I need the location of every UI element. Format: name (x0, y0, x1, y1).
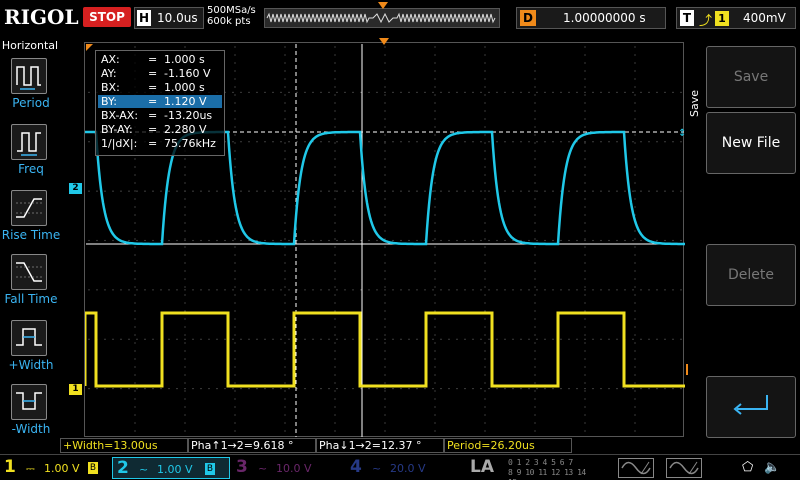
period-icon (11, 58, 47, 94)
delete-button[interactable]: Delete (706, 244, 796, 306)
save-menu-panel: Save Save New File Delete (688, 38, 800, 438)
cursor-row: 1/|dX|: = 75.76kHz (101, 137, 216, 150)
trigger-source: 1 (715, 11, 729, 26)
timebase-label: H (137, 10, 151, 26)
measure-positive-width[interactable]: +Width (0, 320, 62, 384)
save-button[interactable]: Save (706, 46, 796, 108)
measure-frequency[interactable]: Freq (0, 124, 62, 188)
cursor-b-arrow-icon: ↕ (678, 128, 685, 139)
left-measure-menu: Horizontal Period Freq Rise Time Fall Ti… (0, 38, 60, 438)
delay-label: D (520, 10, 536, 26)
ch1-offset-marker[interactable]: 1 (69, 384, 82, 395)
positive-width-icon (11, 320, 47, 356)
bandwidth-limit-icon: B (205, 463, 215, 475)
fall-time-icon (11, 254, 47, 290)
channel-status-bar: 1 ⎓ 1.00 V B 2 ~ 1.00 V B 3 ~ 10.0 V 4 ~… (0, 454, 800, 480)
channel-4-status[interactable]: 4 ~ 20.0 V (346, 457, 458, 479)
generator-2-button[interactable] (666, 458, 702, 478)
ac-coupling-icon: ~ (372, 462, 382, 475)
cursor-row: BX: = 1.000 s (101, 81, 205, 94)
negative-width-icon (11, 384, 47, 420)
measurement-positive-width[interactable]: +Width=13.00us (60, 438, 188, 453)
memory-depth: 600k pts (207, 16, 251, 27)
frequency-icon (11, 124, 47, 160)
timebase-value: 10.0us (157, 11, 198, 25)
channel-4-number: 4 (350, 457, 362, 477)
measurement-bar: +Width=13.00us Pha↑1→2=9.618 ° Pha↓1→2=1… (60, 438, 700, 453)
rising-edge-icon: ⤴ (699, 14, 713, 29)
measure-fall-time[interactable]: Fall Time (0, 254, 62, 318)
digital-row-2: 8 9 10 11 12 13 14 15 (508, 468, 586, 480)
trigger-position-marker (378, 2, 388, 9)
trigger-label: T (680, 10, 694, 26)
channel-2-number: 2 (117, 458, 129, 478)
cursor-row-selected[interactable]: BY: = 1.120 V (98, 95, 222, 108)
sine-wave-icon (669, 461, 699, 475)
usb-icon: ⬠ (742, 460, 754, 475)
cursor-row: BX-AX: = -13.20us (101, 109, 213, 122)
top-status-bar: RIGOL STOP H 10.0us 500MSa/s 600k pts D … (0, 0, 800, 38)
channel-1-number: 1 (4, 457, 16, 477)
measurement-phase-rising[interactable]: Pha↑1→2=9.618 ° (188, 438, 316, 453)
ac-coupling-icon: ~ (139, 463, 149, 476)
digital-row-1: 0 1 2 3 4 5 6 7 (508, 458, 573, 467)
trigger-time-marker (379, 38, 389, 45)
channel-3-status[interactable]: 3 ~ 10.0 V (232, 457, 344, 479)
measure-rise-time[interactable]: Rise Time (0, 190, 62, 254)
channel-3-scale: 10.0 V (276, 462, 312, 475)
menu-title: Horizontal (1, 39, 59, 52)
return-button[interactable] (706, 376, 796, 438)
cursor-readout-panel: AX: = 1.000 s AY: = -1.160 V BX: = 1.000 s BY:… (95, 50, 225, 156)
menu-section-title: Save (688, 89, 701, 117)
cursor-row: AX: = 1.000 s (101, 53, 205, 66)
timebase-box[interactable]: H 10.0us (134, 7, 204, 29)
ac-coupling-icon: ~ (258, 462, 268, 475)
channel-1-status[interactable]: 1 ⎓ 1.00 V B (0, 457, 112, 479)
trigger-level: 400mV (743, 11, 786, 25)
delay-box[interactable]: D 1.00000000 s (516, 7, 666, 29)
rise-time-icon (11, 190, 47, 226)
generator-1-button[interactable] (618, 458, 654, 478)
channel-1-scale: 1.00 V (44, 462, 80, 475)
delay-value: 1.00000000 s (563, 11, 646, 25)
rise-time-label: Rise Time (1, 228, 61, 242)
dc-coupling-icon: ⎓ (26, 462, 35, 475)
positive-width-label: +Width (8, 358, 54, 372)
ch2-offset-marker[interactable]: 2 (69, 183, 82, 194)
run-stop-indicator[interactable]: STOP (83, 7, 131, 27)
measure-negative-width[interactable]: -Width (0, 384, 62, 448)
sample-rate: 500MSa/s (207, 5, 256, 16)
cursor-row: BY-AY: = 2.280 V (101, 123, 207, 136)
return-icon (733, 395, 768, 415)
trigger-box[interactable]: T ⤴ 1 400mV (676, 7, 796, 29)
measurement-period[interactable]: Period=26.20us (444, 438, 572, 453)
fall-time-label: Fall Time (4, 292, 58, 306)
bandwidth-limit-icon: B (88, 462, 98, 474)
channel-2-status[interactable]: 2 ~ 1.00 V B (112, 457, 230, 479)
logic-analyzer-button[interactable]: LA (470, 457, 494, 477)
speaker-muted-icon[interactable]: 🔈 (764, 460, 780, 475)
corner-marker-icon (86, 44, 93, 51)
negative-width-label: -Width (11, 422, 51, 436)
frequency-label: Freq (18, 162, 44, 176)
channel-3-number: 3 (236, 457, 248, 477)
brand-logo: RIGOL (4, 5, 79, 29)
cursor-row: AY: = -1.160 V (101, 67, 211, 80)
sine-wave-icon (621, 461, 651, 475)
measure-period[interactable]: Period (0, 58, 62, 122)
channel-2-scale: 1.00 V (157, 463, 193, 476)
memory-overview-strip[interactable] (264, 2, 500, 28)
memory-waveform-preview (266, 10, 498, 26)
measurement-phase-falling[interactable]: Pha↓1→2=12.37 ° (316, 438, 444, 453)
period-label: Period (12, 96, 50, 110)
acquisition-info: 500MSa/s 600k pts (207, 5, 256, 27)
new-file-button[interactable]: New File (706, 112, 796, 174)
channel-4-scale: 20.0 V (390, 462, 426, 475)
digital-channels-indicator[interactable]: 0 1 2 3 4 5 6 7 8 9 10 11 12 13 14 15 (508, 458, 598, 480)
